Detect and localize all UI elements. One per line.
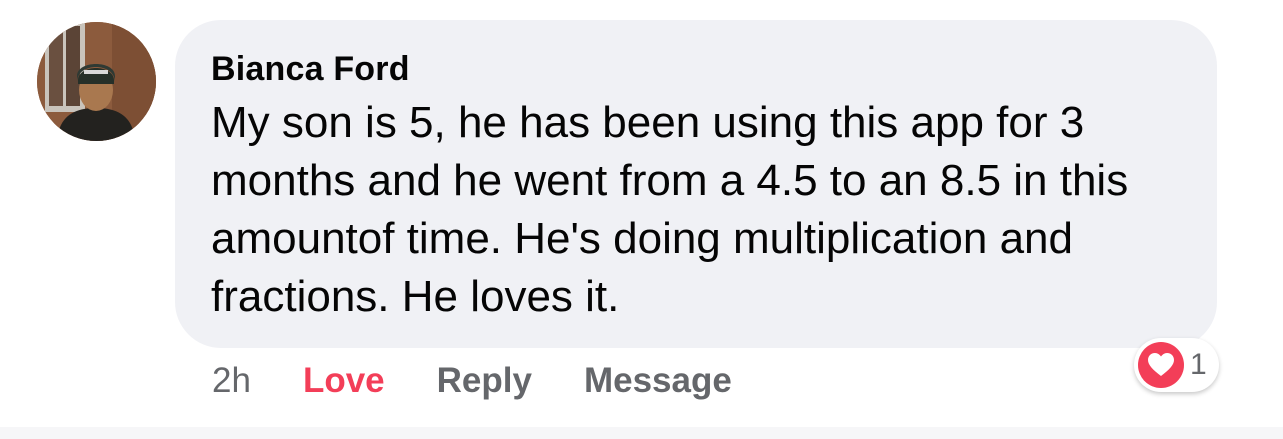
reply-button[interactable]: Reply bbox=[437, 361, 532, 401]
comment-actions: 2h Love Reply Message bbox=[212, 358, 732, 404]
message-button[interactable]: Message bbox=[584, 361, 732, 401]
avatar-photo bbox=[37, 22, 156, 141]
reaction-summary[interactable]: 1 bbox=[1134, 338, 1219, 392]
love-button[interactable]: Love bbox=[303, 361, 385, 401]
reaction-count: 1 bbox=[1190, 348, 1207, 381]
comment-author[interactable]: Bianca Ford bbox=[211, 46, 1181, 92]
comment-text: My son is 5, he has been using this app … bbox=[211, 98, 1129, 321]
divider bbox=[0, 427, 1283, 439]
comment-bubble: Bianca Ford My son is 5, he has been usi… bbox=[175, 20, 1217, 348]
comment: Bianca Ford My son is 5, he has been usi… bbox=[0, 0, 1283, 439]
avatar[interactable] bbox=[37, 22, 156, 141]
heart-icon bbox=[1138, 342, 1184, 388]
comment-timestamp[interactable]: 2h bbox=[212, 361, 251, 401]
